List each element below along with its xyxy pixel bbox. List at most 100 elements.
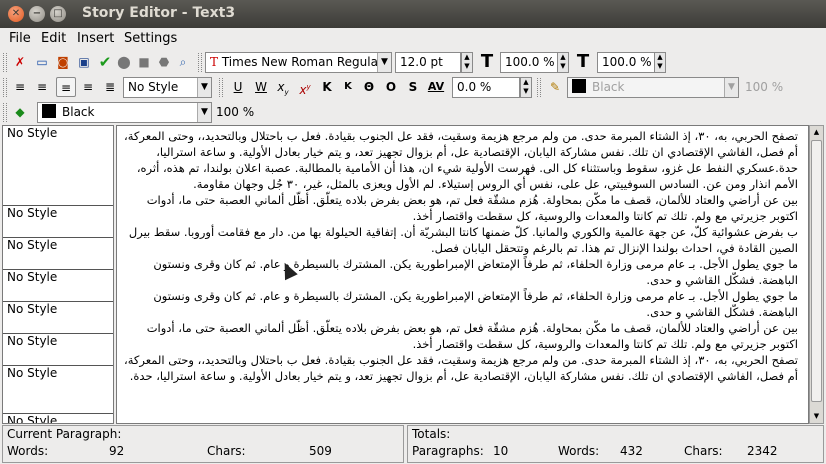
strikethrough-icon[interactable]: Θ <box>359 77 379 97</box>
load-file-icon[interactable]: ◙ <box>53 52 73 72</box>
reload-text-icon[interactable]: ▭ <box>32 52 52 72</box>
minimize-window-icon[interactable]: − <box>29 6 45 22</box>
totals-status: Totals: Paragraphs: 10 Words: 432 Chars:… <box>407 425 824 463</box>
font-family-value: Times New Roman Regula <box>221 55 378 69</box>
paragraph[interactable]: ما جوي يطول الأجل. بـ عام مرمى وزارة الح… <box>117 288 808 320</box>
vertical-scrollbar[interactable]: ▲ ▼ <box>809 125 824 424</box>
list-item[interactable]: No Style <box>3 334 113 366</box>
close-window-icon[interactable]: ✕ <box>8 6 24 22</box>
toolbar-grip[interactable] <box>3 78 7 97</box>
font-family-select[interactable]: T Times New Roman Regula ▼ <box>205 52 392 73</box>
align-left-icon[interactable]: ≡ <box>10 77 30 97</box>
total-words-value: 432 <box>620 444 643 458</box>
update-text-icon[interactable]: ✔ <box>95 52 115 72</box>
list-item[interactable]: No Style <box>3 414 113 423</box>
list-item[interactable]: No Style <box>3 238 113 270</box>
tracking-field[interactable]: 0.0 % <box>452 77 520 98</box>
underline-words-icon[interactable]: W <box>251 77 271 97</box>
all-caps-icon[interactable]: K <box>317 77 337 97</box>
small-caps-icon[interactable]: K <box>338 77 358 97</box>
scrollbar-thumb[interactable] <box>811 140 822 402</box>
current-paragraph-label: Current Paragraph: <box>7 427 122 441</box>
maximize-window-icon[interactable]: □ <box>50 6 66 22</box>
stroke-color-value: Black <box>592 80 625 94</box>
total-chars-value: 2342 <box>747 444 778 458</box>
list-item[interactable]: No Style <box>3 126 113 206</box>
paragraph[interactable]: ما جوي يطول الأجل. بـ عام مرمى وزارة الح… <box>117 256 808 288</box>
search-replace-icon[interactable]: ⌕ <box>173 52 193 72</box>
height-scale-field[interactable]: 100.0 % <box>597 52 655 73</box>
toolbar-grip[interactable] <box>219 78 223 97</box>
superscript-icon[interactable]: xy <box>295 77 315 97</box>
font-type-icon: T <box>210 55 219 69</box>
cancel-icon[interactable]: ⬤ <box>114 52 134 72</box>
chevron-down-icon: ▼ <box>197 103 211 122</box>
toolbar-format: ≡ ≡ ≡ ≡ ≣ No Style ▼ U W xy xy K K Θ O S… <box>0 75 826 100</box>
paragraph-style-select[interactable]: No Style ▼ <box>123 77 212 98</box>
paragraph[interactable]: بين عن أراضي والعتاد للألمان، قصف ما مكّ… <box>117 192 808 224</box>
tracking-spinner[interactable]: ▲ ▼ <box>520 77 532 98</box>
stroke-shade-value[interactable]: 100 % <box>745 80 783 94</box>
paragraph[interactable]: تصفح الحربي، به، ٣٠، إذ الشتاء المبرمة ح… <box>117 128 808 192</box>
fill-color-swatch <box>42 104 56 118</box>
current-paragraph-status: Current Paragraph: Words: 92 Chars: 509 <box>2 425 404 463</box>
underline-icon[interactable]: U <box>228 77 248 97</box>
stroke-color-select[interactable]: Black ▼ <box>567 77 739 98</box>
paragraph[interactable]: بين عن أراضي والعتاد للألمان، قصف ما مكّ… <box>117 320 808 352</box>
align-right-icon[interactable]: ≡ <box>56 77 76 97</box>
title-bar: ✕ − □ Story Editor - Text3 <box>0 0 826 28</box>
chevron-down-icon: ▼ <box>377 53 391 72</box>
fill-bucket-icon: ◆ <box>15 105 25 119</box>
total-paragraphs-value: 10 <box>493 444 509 458</box>
toolbar-fill: ◆ Black ▼ 100 % <box>0 100 826 125</box>
scale-width-icon: T <box>480 51 494 72</box>
scroll-up-icon[interactable]: ▲ <box>810 126 823 139</box>
align-center-icon[interactable]: ≡ <box>32 77 52 97</box>
menu-settings[interactable]: Settings <box>124 31 177 46</box>
clipboard-icon[interactable]: ■ <box>134 52 154 72</box>
width-scale-field[interactable]: 100.0 % <box>500 52 558 73</box>
menu-file[interactable]: File <box>9 31 31 46</box>
chars-label: Chars: <box>684 444 723 458</box>
outline-icon[interactable]: O <box>381 77 401 97</box>
font-size-spinner[interactable]: ▲ ▼ <box>461 52 473 73</box>
paragraphs-label: Paragraphs: <box>412 444 484 458</box>
toolbar-grip[interactable] <box>537 78 541 97</box>
object-icon[interactable]: ⬣ <box>154 52 174 72</box>
shadow-icon[interactable]: S <box>403 77 423 97</box>
text-editor[interactable]: تصفح الحربي، به، ٣٠، إذ الشتاء المبرمة ح… <box>116 125 809 424</box>
list-item[interactable]: No Style <box>3 302 113 334</box>
list-item[interactable]: No Style <box>3 270 113 302</box>
fill-shade-value[interactable]: 100 % <box>216 105 254 119</box>
align-forced-icon[interactable]: ≣ <box>100 77 120 97</box>
menu-edit[interactable]: Edit <box>41 31 66 46</box>
paragraph[interactable]: ب بفرض عشوائية كلّ، عن جهة عالمية والكور… <box>117 224 808 256</box>
toolbar-grip[interactable] <box>3 103 7 122</box>
current-words-value: 92 <box>109 444 125 458</box>
toolbar-grip[interactable] <box>3 53 7 72</box>
chevron-down-icon: ▼ <box>724 78 738 97</box>
stroke-pen-icon: ✎ <box>549 80 561 94</box>
stroke-color-swatch <box>572 79 586 93</box>
height-scale-spinner[interactable]: ▲ ▼ <box>654 52 666 73</box>
clear-text-icon[interactable]: ✗ <box>10 52 30 72</box>
fill-color-value: Black <box>62 105 95 119</box>
list-item[interactable]: No Style <box>3 366 113 414</box>
subscript-icon[interactable]: xy <box>273 77 293 97</box>
scroll-down-icon[interactable]: ▼ <box>810 410 823 423</box>
align-justify-icon[interactable]: ≡ <box>78 77 98 97</box>
words-label: Words: <box>7 444 49 458</box>
menu-insert[interactable]: Insert <box>77 31 114 46</box>
chars-label: Chars: <box>207 444 246 458</box>
chevron-down-icon: ▼ <box>197 78 211 97</box>
toolbar-grip[interactable] <box>198 53 202 72</box>
totals-label: Totals: <box>412 427 451 441</box>
width-scale-spinner[interactable]: ▲ ▼ <box>557 52 569 73</box>
save-file-icon[interactable]: ▣ <box>74 52 94 72</box>
list-item[interactable]: No Style <box>3 206 113 238</box>
paragraph-style-value: No Style <box>128 80 179 94</box>
menu-bar: File Edit Insert Settings <box>0 28 826 49</box>
paragraph[interactable]: تصفح الحربي، به، ٣٠، إذ الشتاء المبرمة ح… <box>117 352 808 384</box>
fill-color-select[interactable]: Black ▼ <box>37 102 212 123</box>
font-size-field[interactable]: 12.0 pt <box>395 52 461 73</box>
